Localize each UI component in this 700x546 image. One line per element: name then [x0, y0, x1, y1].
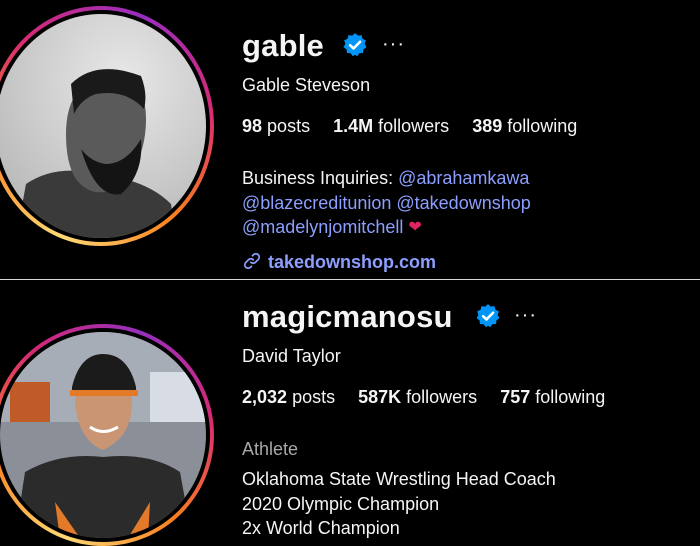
avatar-photo [0, 332, 206, 538]
avatar[interactable] [0, 332, 206, 538]
bio-text: Business Inquiries: [242, 168, 394, 188]
profile-header-gable: gable ··· Gable Steveson 98 posts 1.4M f… [0, 0, 700, 279]
username[interactable]: gable [242, 28, 324, 64]
following-count[interactable]: 389 following [472, 116, 577, 136]
posts-count: 2,032 posts [242, 387, 336, 407]
heart-emoji-icon: ❤ [408, 219, 422, 236]
full-name: Gable Steveson [242, 75, 371, 95]
external-link-label[interactable]: takedownshop.com [268, 252, 436, 272]
posts-count: 98 posts [242, 116, 311, 136]
following-count[interactable]: 757 following [500, 387, 605, 407]
profile-stats: 2,032 posts 587K followers 757 following [242, 387, 623, 408]
mention-link[interactable]: @blazecreditunion [242, 193, 391, 213]
followers-count[interactable]: 587K followers [358, 387, 477, 407]
story-ring[interactable] [0, 324, 214, 546]
link-chain-icon [243, 252, 261, 270]
story-ring[interactable] [0, 6, 214, 246]
avatar-photo [0, 14, 206, 238]
bio: Business Inquiries: @abrahamkawa @blazec… [242, 166, 531, 241]
verified-badge-icon [343, 33, 367, 57]
profile-header-magicmanosu: magicmanosu ··· David Taylor 2,032 posts… [0, 280, 700, 546]
bio-line: Oklahoma State Wrestling Head Coach [242, 469, 556, 489]
bio-line: 2020 Olympic Champion [242, 493, 440, 514]
verified-badge-icon [476, 304, 500, 328]
profile-stats: 98 posts 1.4M followers 389 following [242, 116, 595, 137]
avatar[interactable] [0, 14, 206, 238]
bio-line: 2x World Champion [242, 518, 400, 538]
more-options-icon[interactable]: ··· [382, 34, 405, 54]
more-options-icon[interactable]: ··· [514, 305, 537, 325]
username[interactable]: magicmanosu [242, 299, 453, 335]
mention-link[interactable]: @madelynjomitchell [242, 217, 403, 237]
mention-link[interactable]: @takedownshop [396, 193, 530, 213]
category-label: Athlete [242, 439, 299, 459]
full-name: David Taylor [242, 346, 341, 366]
followers-count[interactable]: 1.4M followers [333, 116, 449, 136]
bio: Oklahoma State Wrestling Head Coach 2020… [242, 467, 556, 541]
mention-link[interactable]: @abrahamkawa [398, 168, 529, 188]
external-link[interactable]: takedownshop.com [242, 251, 436, 273]
